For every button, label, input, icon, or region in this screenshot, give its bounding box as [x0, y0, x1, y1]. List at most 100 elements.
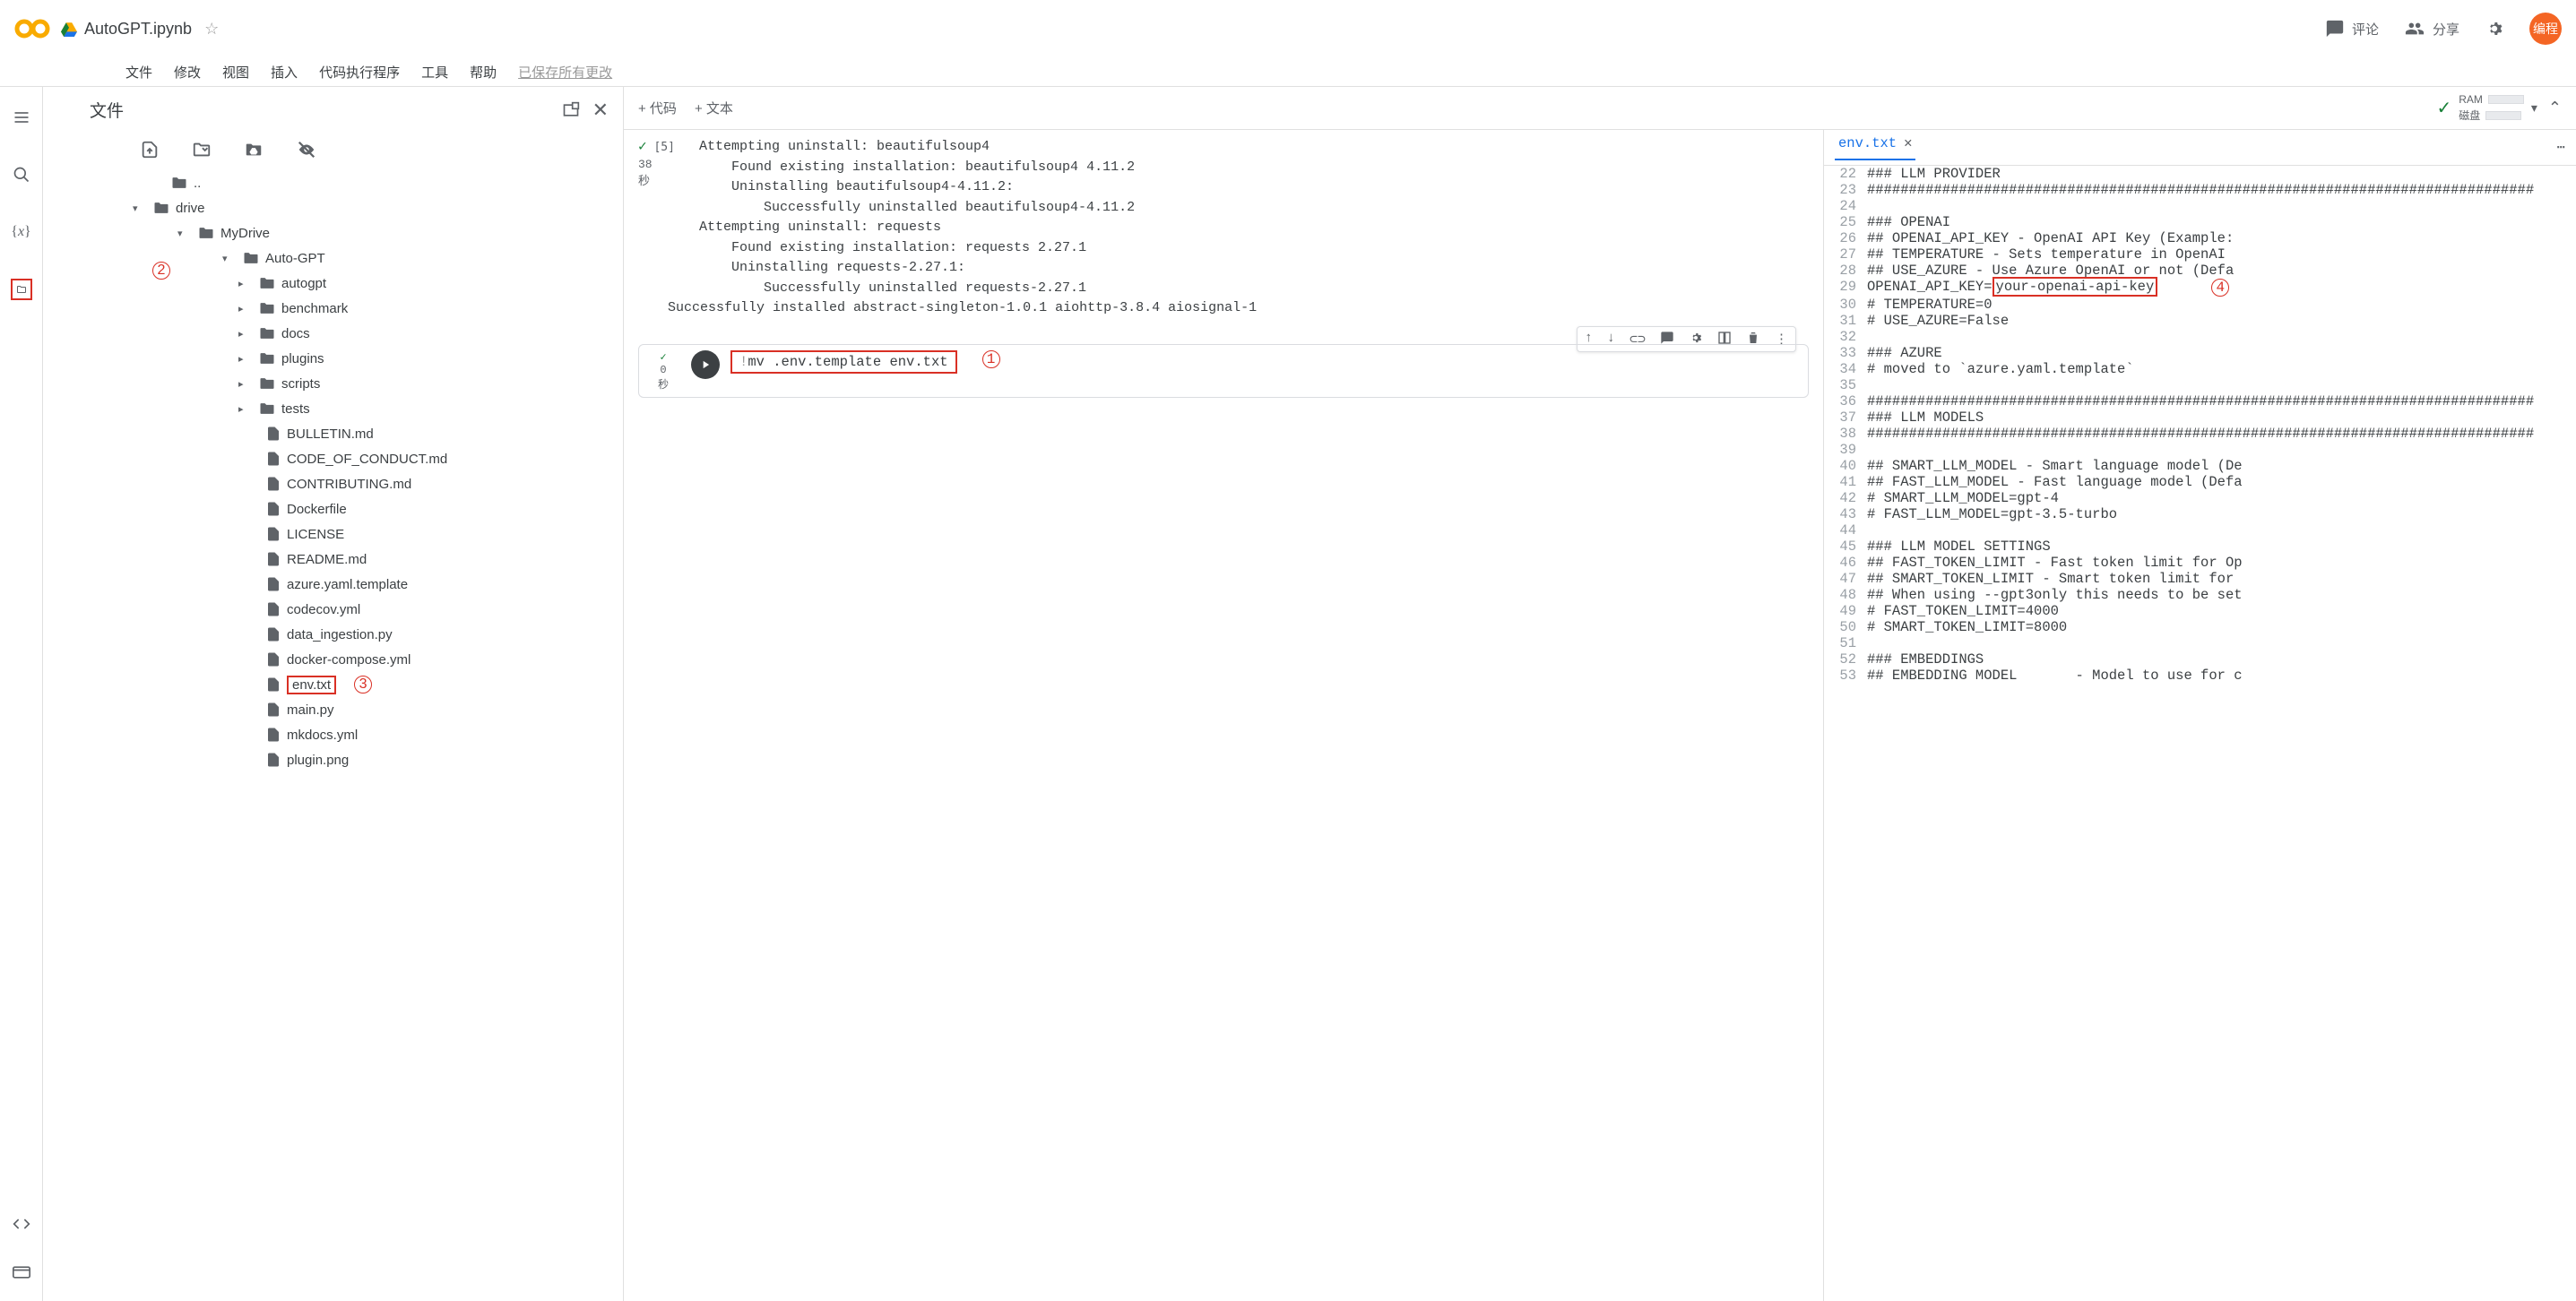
files-icon[interactable]	[11, 279, 32, 300]
editor-line[interactable]: 52### EMBEDDINGS	[1824, 651, 2576, 668]
tree-row[interactable]: ▾Auto-GPT	[43, 246, 623, 271]
editor-line[interactable]: 44	[1824, 522, 2576, 538]
run-button[interactable]	[691, 350, 720, 379]
editor-line[interactable]: 27## TEMPERATURE - Sets temperature in O…	[1824, 246, 2576, 263]
tab-more-icon[interactable]: ⋯	[2557, 139, 2565, 156]
editor-line[interactable]: 50# SMART_TOKEN_LIMIT=8000	[1824, 619, 2576, 635]
editor-line[interactable]: 31# USE_AZURE=False	[1824, 313, 2576, 329]
notebook-title[interactable]: AutoGPT.ipynb	[84, 20, 192, 39]
line-number: 43	[1824, 506, 1867, 522]
editor-line[interactable]: 36######################################…	[1824, 393, 2576, 409]
tree-row[interactable]: plugin.png	[43, 747, 623, 772]
tree-row[interactable]: Dockerfile	[43, 496, 623, 521]
editor-line[interactable]: 40## SMART_LLM_MODEL - Smart language mo…	[1824, 458, 2576, 474]
tree-row[interactable]: data_ingestion.py	[43, 622, 623, 647]
code-icon[interactable]	[11, 1213, 32, 1235]
file-editor: env.txt ✕ ⋯ 22### LLM PROVIDER23########…	[1823, 130, 2576, 1301]
editor-body[interactable]: 22### LLM PROVIDER23####################…	[1824, 166, 2576, 1301]
menu-tools[interactable]: 工具	[421, 63, 448, 82]
terminal-icon[interactable]	[11, 1262, 32, 1283]
editor-line[interactable]: 32	[1824, 329, 2576, 345]
mount-drive-icon[interactable]	[244, 140, 264, 159]
resource-status[interactable]: ✓ RAM 磁盘 ▾	[2436, 93, 2537, 123]
editor-line[interactable]: 22### LLM PROVIDER	[1824, 166, 2576, 182]
tree-row[interactable]: ▸tests	[43, 396, 623, 421]
editor-line[interactable]: 42# SMART_LLM_MODEL=gpt-4	[1824, 490, 2576, 506]
editor-line[interactable]: 28## USE_AZURE - Use Azure OpenAI or not…	[1824, 263, 2576, 279]
editor-tab[interactable]: env.txt ✕	[1835, 134, 1915, 160]
tree-row[interactable]: ▸scripts	[43, 371, 623, 396]
editor-line[interactable]: 30# TEMPERATURE=0	[1824, 297, 2576, 313]
tree-row[interactable]: ..	[43, 170, 623, 195]
tree-row[interactable]: ▸docs	[43, 321, 623, 346]
hide-icon[interactable]	[296, 140, 317, 159]
menu-view[interactable]: 视图	[222, 63, 249, 82]
line-number: 40	[1824, 458, 1867, 474]
editor-line[interactable]: 48## When using --gpt3only this needs to…	[1824, 587, 2576, 603]
close-icon[interactable]: ✕	[592, 99, 609, 122]
code-text[interactable]: mv .env.template env.txt	[748, 354, 947, 370]
tree-row[interactable]: codecov.yml	[43, 597, 623, 622]
editor-line[interactable]: 37### LLM MODELS	[1824, 409, 2576, 426]
close-tab-icon[interactable]: ✕	[1904, 134, 1912, 151]
tree-row[interactable]: ▸autogpt	[43, 271, 623, 296]
tree-row[interactable]: LICENSE	[43, 521, 623, 547]
share-button[interactable]: 分享	[2404, 19, 2459, 39]
editor-line[interactable]: 29OPENAI_API_KEY=your-openai-api-key4	[1824, 279, 2576, 297]
settings-button[interactable]	[2485, 19, 2504, 39]
editor-line[interactable]: 39	[1824, 442, 2576, 458]
editor-line[interactable]: 53## EMBEDDING MODEL - Model to use for …	[1824, 668, 2576, 684]
menu-insert[interactable]: 插入	[271, 63, 298, 82]
tree-row[interactable]: ▸benchmark	[43, 296, 623, 321]
editor-line[interactable]: 46## FAST_TOKEN_LIMIT - Fast token limit…	[1824, 555, 2576, 571]
editor-line[interactable]: 35	[1824, 377, 2576, 393]
editor-line[interactable]: 38######################################…	[1824, 426, 2576, 442]
tree-row[interactable]: docker-compose.yml	[43, 647, 623, 672]
editor-line[interactable]: 49# FAST_TOKEN_LIMIT=4000	[1824, 603, 2576, 619]
editor-line[interactable]: 43# FAST_LLM_MODEL=gpt-3.5-turbo	[1824, 506, 2576, 522]
tree-row[interactable]: CODE_OF_CONDUCT.md	[43, 446, 623, 471]
tree-row[interactable]: azure.yaml.template	[43, 572, 623, 597]
collapse-icon[interactable]: ⌃	[2548, 99, 2562, 117]
editor-line[interactable]: 24	[1824, 198, 2576, 214]
toc-icon[interactable]	[11, 107, 32, 128]
upload-icon[interactable]	[140, 140, 160, 159]
search-icon[interactable]	[11, 164, 32, 185]
tree-row[interactable]: env.txt3	[43, 672, 623, 697]
dropdown-icon[interactable]: ▾	[2531, 100, 2537, 116]
tree-row[interactable]: CONTRIBUTING.md	[43, 471, 623, 496]
tree-row[interactable]: ▾MyDrive	[43, 220, 623, 246]
line-number: 28	[1824, 263, 1867, 279]
tree-row[interactable]: mkdocs.yml	[43, 722, 623, 747]
editor-line[interactable]: 45### LLM MODEL SETTINGS	[1824, 538, 2576, 555]
editor-line[interactable]: 47## SMART_TOKEN_LIMIT - Smart token lim…	[1824, 571, 2576, 587]
editor-line[interactable]: 26## OPENAI_API_KEY - OpenAI API Key (Ex…	[1824, 230, 2576, 246]
comment-button[interactable]: 评论	[2325, 19, 2379, 39]
star-icon[interactable]: ☆	[204, 20, 219, 39]
add-code-button[interactable]: + 代码	[638, 99, 677, 117]
menu-help[interactable]: 帮助	[470, 63, 497, 82]
menu-edit[interactable]: 修改	[174, 63, 201, 82]
menu-file[interactable]: 文件	[125, 63, 152, 82]
tree-label: drive	[176, 201, 205, 216]
new-window-icon[interactable]	[562, 101, 580, 119]
editor-line[interactable]: 23######################################…	[1824, 182, 2576, 198]
editor-line[interactable]: 41## FAST_LLM_MODEL - Fast language mode…	[1824, 474, 2576, 490]
tree-row[interactable]: README.md	[43, 547, 623, 572]
output-line: Successfully installed abstract-singleto…	[668, 298, 1257, 319]
tree-row[interactable]: BULLETIN.md	[43, 421, 623, 446]
refresh-icon[interactable]	[192, 140, 212, 159]
menu-runtime[interactable]: 代码执行程序	[319, 63, 400, 82]
editor-line[interactable]: 33### AZURE	[1824, 345, 2576, 361]
editor-line[interactable]: 25### OPENAI	[1824, 214, 2576, 230]
editor-line[interactable]: 51	[1824, 635, 2576, 651]
avatar[interactable]: 编程	[2529, 13, 2562, 45]
tree-row[interactable]: ▸plugins	[43, 346, 623, 371]
tree-row[interactable]: ▾drive	[43, 195, 623, 220]
tree-row[interactable]: main.py	[43, 697, 623, 722]
editor-line[interactable]: 34# moved to `azure.yaml.template`	[1824, 361, 2576, 377]
line-number: 41	[1824, 474, 1867, 490]
code-cell[interactable]: ✓ 0 秒 !mv .env.template env.txt 1	[638, 344, 1809, 398]
add-text-button[interactable]: + 文本	[695, 99, 733, 117]
variables-icon[interactable]: {x}	[11, 221, 32, 243]
